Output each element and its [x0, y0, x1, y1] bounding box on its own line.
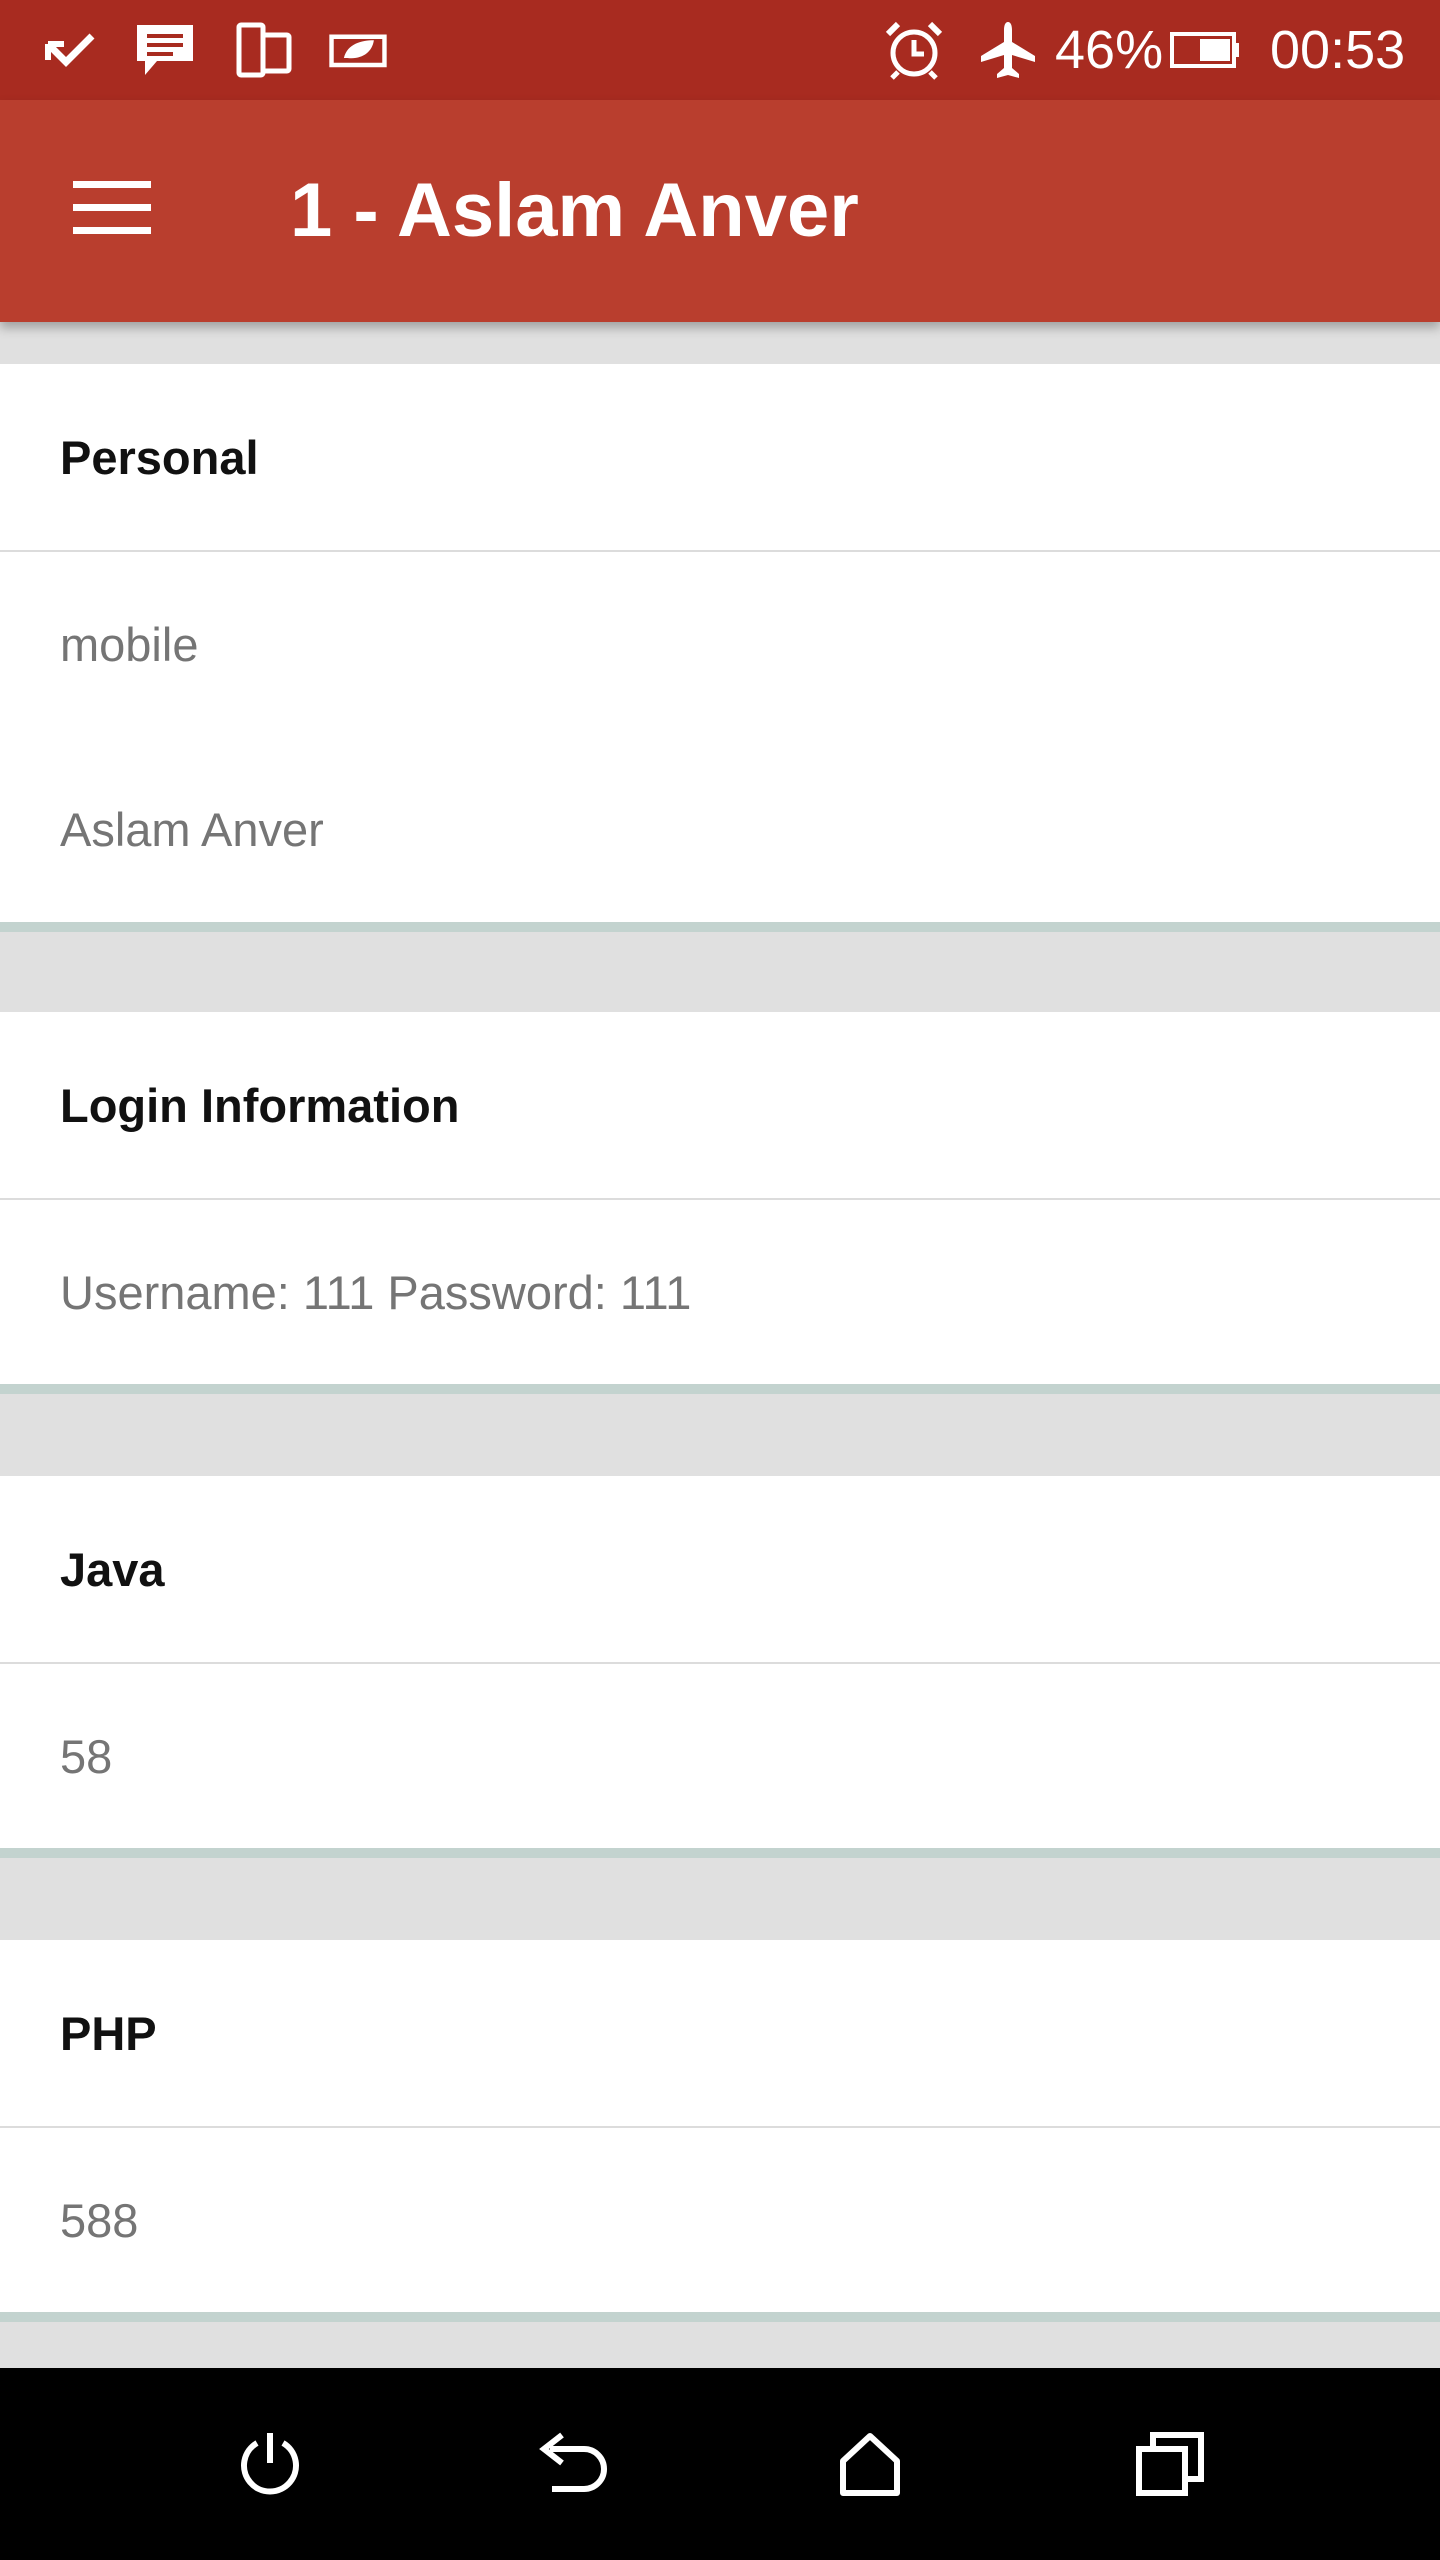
list-item[interactable]: Username: 111 Password: 111 [0, 1198, 1440, 1384]
hamburger-menu-icon [73, 181, 151, 234]
app-bar: 1 - Aslam Anver [0, 100, 1440, 322]
list-item[interactable]: 58 [0, 1662, 1440, 1848]
power-icon [241, 2433, 299, 2495]
battery-icon [1170, 20, 1240, 80]
missed-call-icon [40, 20, 100, 80]
home-icon [840, 2433, 900, 2496]
section-personal: Personal mobile Aslam Anver [0, 364, 1440, 932]
airplane-icon [978, 20, 1038, 80]
section-login: Login Information Username: 111 Password… [0, 1012, 1440, 1394]
back-icon [539, 2432, 607, 2492]
section-title: Login Information [60, 1078, 460, 1132]
section-java: Java 58 [0, 1476, 1440, 1858]
status-time: 00:53 [1270, 20, 1406, 80]
section-php: PHP 588 [0, 1940, 1440, 2322]
list-item[interactable]: mobile [0, 550, 1440, 736]
home-button[interactable] [800, 2398, 940, 2530]
eco-icon [328, 20, 388, 80]
back-button[interactable] [502, 2398, 642, 2530]
message-icon [135, 20, 195, 80]
item-value: mobile [60, 617, 199, 671]
content-list: Personal mobile Aslam Anver Login Inform… [0, 322, 1440, 2368]
navigation-bar [0, 2368, 1440, 2560]
section-header: Java [0, 1476, 1440, 1662]
power-button[interactable] [200, 2398, 340, 2530]
phone-tablet-icon [234, 20, 294, 80]
section-title: Personal [60, 430, 259, 484]
recents-icon [1136, 2432, 1204, 2496]
item-value: Username: 111 Password: 111 [60, 1265, 692, 1319]
alarm-icon [884, 20, 944, 80]
section-title: Java [60, 1542, 165, 1596]
battery-percent: 46% [1055, 20, 1164, 80]
item-value: 588 [60, 2193, 139, 2247]
item-value: Aslam Anver [60, 802, 324, 856]
section-header: PHP [0, 1940, 1440, 2126]
section-header: Login Information [0, 1012, 1440, 1198]
menu-button[interactable] [50, 146, 174, 270]
item-value: 58 [60, 1729, 113, 1783]
section-title: PHP [60, 2006, 157, 2060]
page-title: 1 - Aslam Anver [290, 168, 859, 253]
list-item[interactable]: 588 [0, 2126, 1440, 2312]
section-header: Personal [0, 364, 1440, 550]
recents-button[interactable] [1100, 2398, 1240, 2530]
status-bar: 46% 00:53 [0, 0, 1440, 100]
list-item[interactable]: Aslam Anver [0, 736, 1440, 922]
